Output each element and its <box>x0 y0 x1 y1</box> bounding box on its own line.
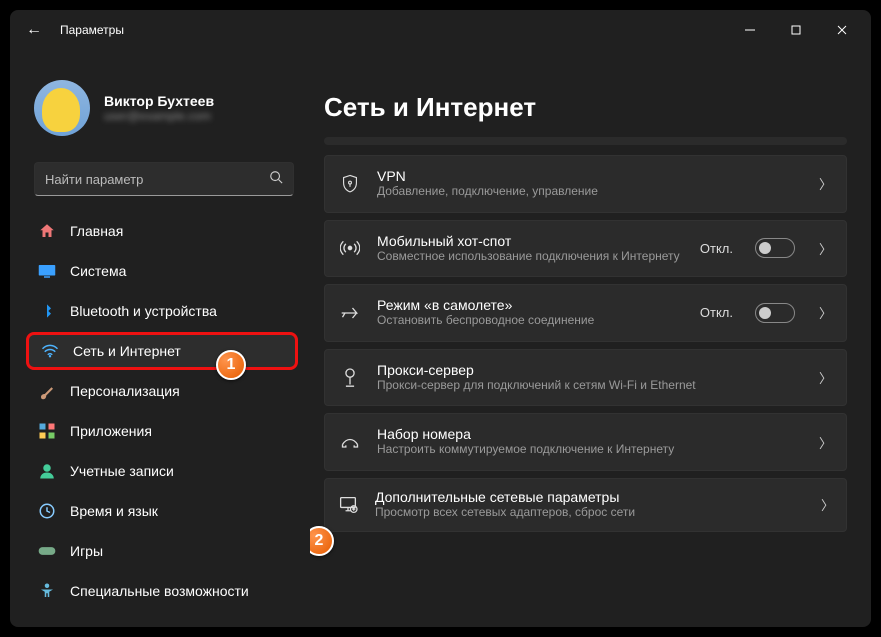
previous-card-stub <box>324 137 847 145</box>
profile-block[interactable]: Виктор Бухтеев user@example.com <box>26 50 302 156</box>
account-icon <box>38 462 56 480</box>
games-icon <box>38 542 56 560</box>
proxy-icon <box>339 368 361 388</box>
settings-window: ← Параметры Виктор Бухтеев user@example.… <box>10 10 871 627</box>
time-icon <box>38 502 56 520</box>
status-label: Откл. <box>700 305 733 320</box>
search-box[interactable] <box>34 162 294 196</box>
airplane-icon <box>339 304 361 322</box>
maximize-button[interactable] <box>773 14 819 46</box>
chevron-right-icon: 〉 <box>819 303 832 322</box>
toggle-switch[interactable] <box>755 238 795 258</box>
search-input[interactable] <box>45 172 269 187</box>
profile-email: user@example.com <box>104 109 214 123</box>
sidebar-item-label: Приложения <box>70 423 152 439</box>
annotation-badge-1: 1 <box>216 350 246 380</box>
hotspot-icon <box>339 239 361 257</box>
sidebar-item-label: Персонализация <box>70 383 180 399</box>
chevron-right-icon: 〉 <box>819 368 832 387</box>
chevron-right-icon: 〉 <box>819 174 832 193</box>
sidebar: Виктор Бухтеев user@example.com Главная С… <box>10 50 310 627</box>
sidebar-item-system[interactable]: Система <box>26 252 298 290</box>
search-icon <box>269 170 283 189</box>
titlebar: ← Параметры <box>10 10 871 50</box>
card-subtitle: Остановить беспроводное соединение <box>377 313 684 329</box>
dialup-icon <box>339 434 361 450</box>
card-airplane[interactable]: Режим «в самолете»Остановить беспроводно… <box>324 284 847 342</box>
home-icon <box>38 222 56 240</box>
avatar <box>34 80 90 136</box>
card-title: Дополнительные сетевые параметры <box>375 489 805 505</box>
access-icon <box>38 582 56 600</box>
card-proxy[interactable]: Прокси-серверПрокси-сервер для подключен… <box>324 349 847 407</box>
sidebar-item-games[interactable]: Игры <box>26 532 298 570</box>
profile-name: Виктор Бухтеев <box>104 93 214 109</box>
close-button[interactable] <box>819 14 865 46</box>
sidebar-item-apps[interactable]: Приложения <box>26 412 298 450</box>
card-subtitle: Просмотр всех сетевых адаптеров, сброс с… <box>375 505 805 521</box>
minimize-button[interactable] <box>727 14 773 46</box>
card-vpn[interactable]: VPNДобавление, подключение, управление 〉 <box>324 155 847 213</box>
advanced-icon <box>337 496 359 514</box>
card-dialup[interactable]: Набор номераНастроить коммутируемое подк… <box>324 413 847 471</box>
sidebar-item-label: Система <box>70 263 126 279</box>
card-subtitle: Добавление, подключение, управление <box>377 184 803 200</box>
main-content: Сеть и Интернет VPNДобавление, подключен… <box>310 50 871 627</box>
sidebar-item-label: Учетные записи <box>70 463 174 479</box>
wifi-icon <box>41 342 59 360</box>
page-title: Сеть и Интернет <box>324 50 847 137</box>
sidebar-item-label: Главная <box>70 223 123 239</box>
chevron-right-icon: 〉 <box>821 495 834 514</box>
toggle-switch[interactable] <box>755 303 795 323</box>
sidebar-item-bluetooth[interactable]: Bluetooth и устройства <box>26 292 298 330</box>
settings-cards: VPNДобавление, подключение, управление〉М… <box>324 155 847 627</box>
vpn-icon <box>339 174 361 194</box>
sidebar-item-label: Игры <box>70 543 103 559</box>
card-title: VPN <box>377 168 803 184</box>
card-title: Режим «в самолете» <box>377 297 684 313</box>
apps-icon <box>38 422 56 440</box>
sidebar-item-label: Специальные возможности <box>70 583 249 599</box>
sidebar-item-access[interactable]: Специальные возможности <box>26 572 298 610</box>
sidebar-item-label: Время и язык <box>70 503 158 519</box>
system-icon <box>38 262 56 280</box>
sidebar-item-label: Сеть и Интернет <box>73 343 181 359</box>
card-hotspot[interactable]: Мобильный хот-спотСовместное использован… <box>324 220 847 278</box>
card-title: Мобильный хот-спот <box>377 233 684 249</box>
sidebar-nav: Главная Система Bluetooth и устройства Сеть… <box>26 210 302 627</box>
sidebar-item-label: Bluetooth и устройства <box>70 303 217 319</box>
back-button[interactable]: ← <box>16 21 52 39</box>
sidebar-item-account[interactable]: Учетные записи <box>26 452 298 490</box>
card-subtitle: Совместное использование подключения к И… <box>377 249 684 265</box>
card-advanced[interactable]: Дополнительные сетевые параметрыПросмотр… <box>324 478 847 532</box>
brush-icon <box>38 382 56 400</box>
card-subtitle: Прокси-сервер для подключений к сетям Wi… <box>377 378 803 394</box>
sidebar-item-home[interactable]: Главная <box>26 212 298 250</box>
card-title: Прокси-сервер <box>377 362 803 378</box>
card-subtitle: Настроить коммутируемое подключение к Ин… <box>377 442 803 458</box>
chevron-right-icon: 〉 <box>819 433 832 452</box>
app-title: Параметры <box>60 23 124 37</box>
sidebar-item-brush[interactable]: Персонализация <box>26 372 298 410</box>
chevron-right-icon: 〉 <box>819 239 832 258</box>
status-label: Откл. <box>700 241 733 256</box>
card-title: Набор номера <box>377 426 803 442</box>
sidebar-item-wifi[interactable]: Сеть и Интернет <box>26 332 298 370</box>
sidebar-item-time[interactable]: Время и язык <box>26 492 298 530</box>
bluetooth-icon <box>38 302 56 320</box>
